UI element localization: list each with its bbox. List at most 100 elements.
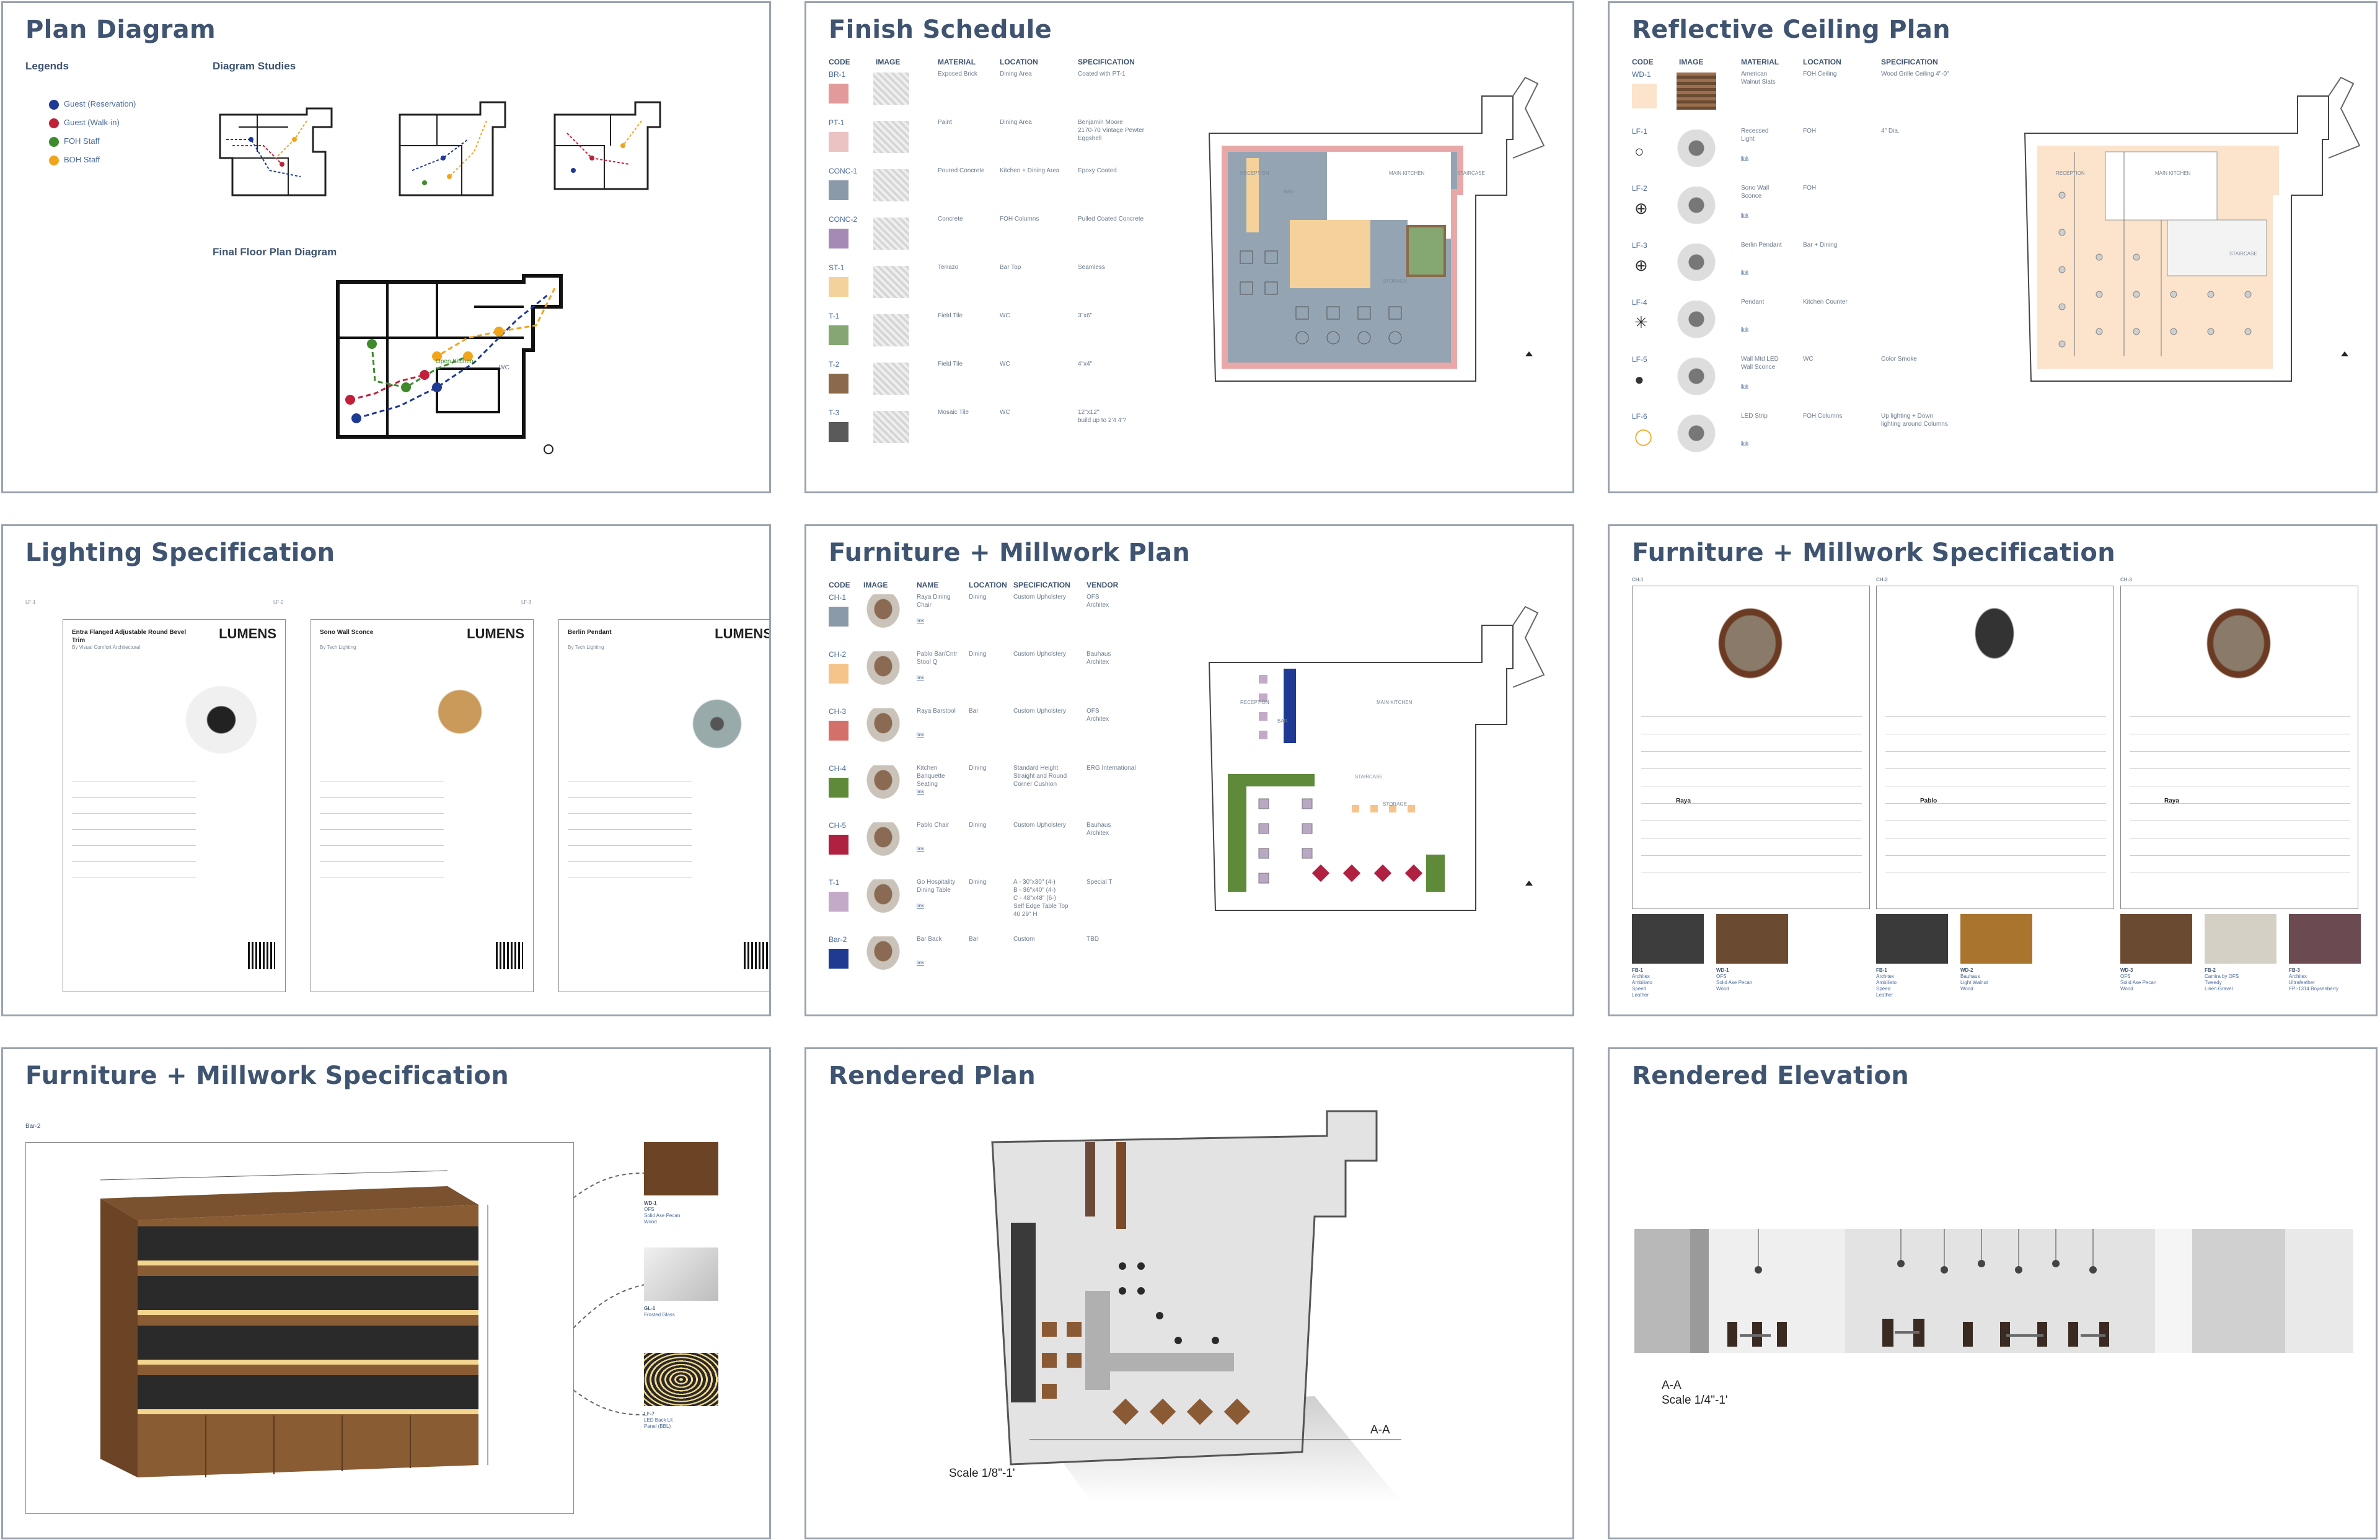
spec-link[interactable]: link [917,903,924,909]
final-floor-plan [336,274,563,454]
row-code: BR-1 [829,70,846,79]
row-location: Dining [969,765,987,772]
fixture-image [1677,130,1716,167]
spec-link[interactable]: link [1741,270,1748,276]
spec-rule [1641,768,1862,769]
material-swatch [1960,914,2032,964]
bar-code: Bar-2 [25,1123,41,1130]
spec-link[interactable]: link [1741,213,1748,219]
row-material: American Walnut Slats [1741,71,1776,86]
finish-image [873,218,909,250]
spec-link[interactable]: link [1741,156,1748,162]
fixture-product-image [423,675,516,756]
swatch-text: Architex Ultrafeather FPI-1314 Boysenber… [2289,974,2339,992]
row-material: Pendant [1741,299,1765,306]
fixture-product-image [671,675,764,756]
row-spec: Custom [1013,936,1035,943]
col-header-specification: SPECIFICATION [1078,58,1135,66]
row-location: FOH Ceiling [1803,71,1837,77]
spec-rule [1641,716,1862,717]
swatch-code: FB-1 [1876,967,1887,973]
row-code: PT-1 [829,118,845,127]
row-location: FOH Columns [1803,413,1843,420]
furniture-swatch [829,892,848,912]
legend-dot-foh [49,137,59,147]
row-spec: A - 30"x30" (4-) B - 36"x40" (4-) C - 48… [1013,879,1069,918]
row-location: FOH [1803,128,1817,134]
furniture-spec-sheet: Raya [2120,586,2358,909]
spec-link[interactable]: link [917,675,924,681]
spec-rule [568,861,692,862]
col-header-location: LOCATION [969,581,1007,589]
spec-link[interactable]: link [1741,384,1748,390]
spec-link[interactable]: link [917,846,924,852]
finish-swatch [1632,84,1657,108]
row-material: Berlin Pendant [1741,242,1782,249]
rendered-elevation-image [1634,1229,2353,1353]
row-location: FOH Columns [1000,216,1039,222]
finish-image [873,411,909,443]
col-header-code: CODE [1632,58,1654,66]
col-header-specification: SPECIFICATION [1881,58,1938,66]
spec-rule [568,829,692,830]
swatch-text: OFS Solid Ase Pecan Wood [2120,974,2157,992]
plan-label-storage: STORAGE [1383,801,1407,807]
row-spec: 4"x4" [1078,361,1093,367]
row-name: Pablo Chair [917,822,950,829]
row-code: T-1 [829,312,840,320]
row-location: Bar [969,708,979,715]
finish-swatch [829,229,848,249]
row-name: Raya Dining Chair [917,594,951,609]
spec-link[interactable]: link [917,960,924,966]
row-spec: Custom Upholstery [1013,651,1067,658]
row-location: Dining [969,594,987,601]
spec-rule [72,797,196,798]
fixture-image [1677,358,1716,395]
qr-code-icon [496,942,523,969]
row-vendor: Special T [1086,879,1113,886]
row-code: LF-4 [1632,298,1647,307]
spec-link[interactable]: link [1741,441,1748,447]
row-code: LF-6 [1632,412,1647,421]
row-location: Kitchen + Dining Area [1000,167,1060,174]
finish-swatch [829,84,848,103]
row-spec: Custom Upholstery [1013,594,1067,601]
furniture-swatch [829,949,848,969]
col-header-location: LOCATION [1000,58,1038,66]
row-location: Dining Area [1000,119,1032,126]
spec-link[interactable]: link [917,618,924,624]
legend-dot-reservation [49,100,59,110]
row-spec: Benjamin Moore 2170-70 Vintage Pewter Eg… [1078,119,1145,142]
scale-label: Scale 1/4"-1' [1662,1394,1728,1407]
plan-label-bar: BAR [1277,718,1288,724]
section-tag: A-A [1370,1423,1390,1437]
row-spec: Coated with PT-1 [1078,71,1126,77]
swatch-code: WD-1 [1716,967,1729,973]
row-material: Mosaic Tile [938,409,969,416]
finish-swatch [829,132,848,152]
row-name: Bar Back [917,936,942,943]
spec-rule [2130,768,2350,769]
plan-label-main-kitchen: MAIN KITCHEN [1377,700,1413,705]
spec-link[interactable]: link [917,789,924,795]
final-floor-plan-heading: Final Floor Plan Diagram [213,246,337,258]
row-spec: 4" Dia. [1881,128,1900,134]
spec-rule [1641,803,1862,804]
callout-code: WD-1 [644,1200,657,1206]
product-name: Pablo [1920,798,1937,804]
row-code: ST-1 [829,263,845,272]
row-location: Dining [969,879,987,886]
row-code: LF-2 [1632,184,1647,193]
callout-code: LF-7 [644,1411,654,1417]
material-swatch [2289,914,2361,964]
spec-link[interactable]: link [917,732,924,738]
spec-rule [1885,855,2106,856]
swatch-text: Bauhaus Light Walnut Wood [1960,974,1988,992]
row-material: Terrazo [938,264,959,271]
spec-link[interactable]: link [1741,327,1748,333]
furniture-swatch [829,778,848,798]
finish-plan [1208,76,1545,382]
bar-back-render [100,1170,488,1477]
spec-rule [1641,751,1862,752]
spec-rule [72,829,196,830]
